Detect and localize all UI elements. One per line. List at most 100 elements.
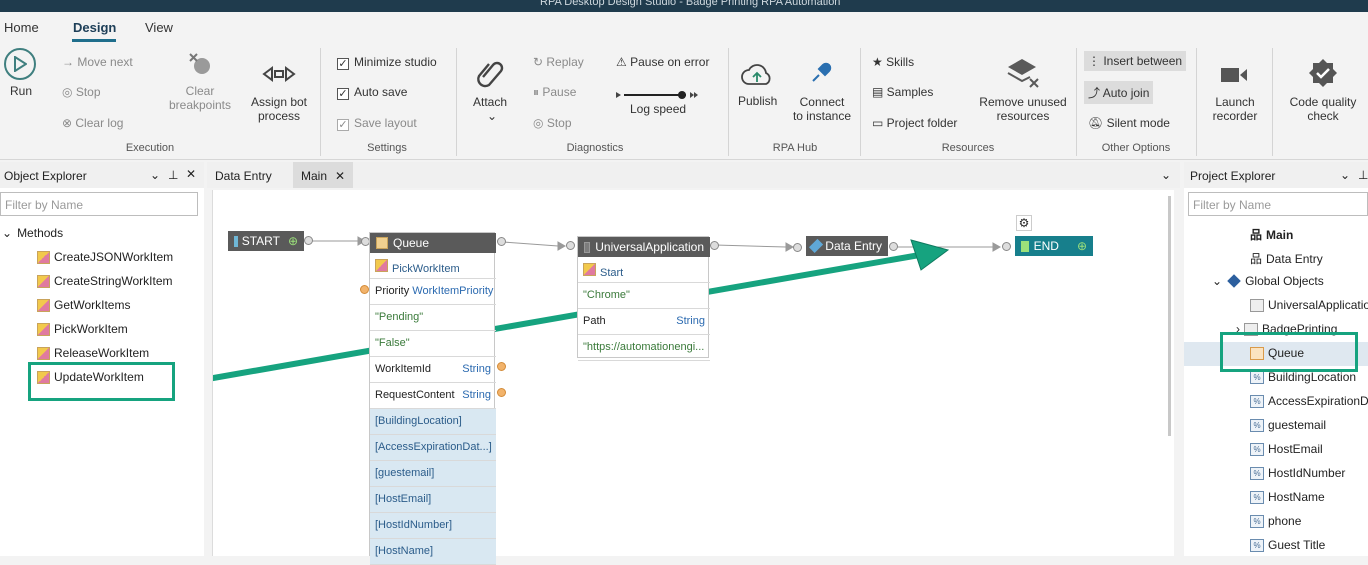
code-quality-check-button[interactable]: Code quality check (1283, 95, 1363, 123)
field-cell[interactable]: [HostEmail] (370, 487, 496, 513)
end-node[interactable]: END ⊕ (1015, 236, 1093, 256)
silent-mode-toggle[interactable]: 🔕︎ Silent mode (1088, 116, 1170, 130)
false-cell[interactable]: "False" (370, 331, 496, 357)
pin-icon[interactable]: ⊥ (168, 168, 178, 182)
universal-method-cell[interactable]: Start (578, 257, 710, 283)
method-item[interactable]: PickWorkItem (37, 322, 128, 336)
method-item[interactable]: ReleaseWorkItem (37, 346, 149, 360)
attach-button[interactable]: Attach (473, 95, 507, 109)
launch-recorder-button[interactable]: Launch recorder (1204, 95, 1266, 123)
publish-button[interactable]: Publish (738, 94, 777, 108)
replay-button[interactable]: ↻ Replay (533, 55, 584, 69)
add-icon[interactable]: ⊕ (288, 234, 298, 248)
project-filter-input[interactable]: Filter by Name (1188, 192, 1368, 216)
method-item[interactable]: GetWorkItems (37, 298, 130, 312)
project-item[interactable]: UniversalApplication (1250, 298, 1368, 312)
clear-breakpoints-button[interactable]: Clear breakpoints (163, 84, 237, 112)
tab-main[interactable]: Main ✕ (293, 162, 354, 188)
tab-view[interactable]: View (145, 20, 173, 35)
output-parameter-port[interactable] (497, 388, 506, 397)
move-next-button[interactable]: → Move next (62, 55, 133, 69)
priority-cell[interactable]: Priority WorkItemPriority (370, 279, 496, 305)
skills-button[interactable]: ★ Skills (872, 55, 914, 69)
connect-plug-icon[interactable] (808, 58, 836, 86)
clear-log-button[interactable]: ⊗ Clear log (62, 116, 123, 130)
field-cell[interactable]: [HostName] (370, 539, 496, 565)
tab-design[interactable]: Design (73, 20, 116, 35)
log-speed-slider[interactable] (616, 88, 700, 99)
tab-home[interactable]: Home (4, 20, 39, 35)
project-item[interactable]: % Guest Title (1250, 538, 1325, 552)
workflow-canvas[interactable]: START ⊕ Queue PickWorkItem Priority Work… (212, 190, 1174, 565)
status-cell[interactable]: "Pending" (370, 305, 496, 331)
path-cell[interactable]: Path String (578, 309, 710, 335)
pin-icon[interactable]: ⊥ (1358, 168, 1368, 182)
project-item-data-entry[interactable]: 品 Data Entry (1250, 250, 1323, 267)
project-item[interactable]: % HostName (1250, 490, 1325, 504)
run-icon[interactable] (4, 48, 36, 80)
project-item-global-objects[interactable]: ⌄ Global Objects (1212, 274, 1324, 288)
samples-button[interactable]: ▤ Samples (872, 85, 933, 99)
output-port[interactable] (304, 236, 313, 245)
output-port[interactable] (710, 241, 719, 250)
auto-join-toggle[interactable]: ⤴ Auto join (1084, 81, 1154, 104)
chevron-down-icon[interactable]: ⌄ (1340, 168, 1350, 182)
close-icon[interactable]: ✕ (335, 169, 345, 183)
output-port[interactable] (889, 242, 898, 251)
connect-to-instance-button[interactable]: Connect to instance (789, 95, 855, 123)
chevron-down-icon[interactable]: ⌄ (1161, 168, 1171, 182)
input-port[interactable] (566, 241, 575, 250)
stop-button[interactable]: ◎ Stop (62, 85, 101, 99)
chevron-down-icon[interactable]: ⌄ (487, 109, 497, 123)
field-cell[interactable]: [BuildingLocation] (370, 409, 496, 435)
auto-save-checkbox[interactable]: ✓ Auto save (337, 85, 407, 100)
gear-icon[interactable]: ⚙ (1016, 215, 1032, 231)
code-quality-badge-icon[interactable] (1308, 58, 1338, 88)
input-port[interactable] (793, 243, 802, 252)
method-item[interactable]: CreateJSONWorkItem (37, 250, 173, 264)
project-item[interactable]: % BuildingLocation (1250, 370, 1356, 384)
project-item[interactable]: % HostIdNumber (1250, 466, 1345, 480)
remove-resources-icon[interactable] (1006, 56, 1040, 90)
field-cell[interactable]: [guestemail] (370, 461, 496, 487)
clear-breakpoints-icon[interactable] (186, 50, 214, 78)
vertical-scrollbar[interactable] (1168, 196, 1171, 436)
parameter-port[interactable] (360, 285, 369, 294)
project-item[interactable]: % guestemail (1250, 418, 1326, 432)
video-camera-icon[interactable] (1220, 64, 1248, 86)
field-cell[interactable]: [HostIdNumber] (370, 513, 496, 539)
project-item[interactable]: % phone (1250, 514, 1301, 528)
add-icon[interactable]: ⊕ (1077, 239, 1087, 253)
assign-bot-icon[interactable] (262, 64, 296, 84)
start-node[interactable]: START ⊕ (228, 231, 304, 251)
project-item-main[interactable]: 品 Main (1250, 226, 1293, 243)
requestcontent-cell[interactable]: RequestContent String (370, 383, 496, 409)
remove-unused-resources-button[interactable]: Remove unused resources (977, 95, 1069, 123)
queue-method-cell[interactable]: PickWorkItem (370, 253, 496, 279)
tab-data-entry[interactable]: Data Entry (207, 162, 280, 188)
url-cell[interactable]: "https://automationengi... (578, 335, 710, 361)
data-entry-node[interactable]: Data Entry (806, 236, 888, 256)
browser-cell[interactable]: "Chrome" (578, 283, 710, 309)
run-button[interactable]: Run (10, 84, 32, 98)
object-filter-input[interactable]: Filter by Name (0, 192, 198, 216)
project-folder-button[interactable]: ▭ Project folder (872, 116, 957, 130)
project-item[interactable]: % AccessExpirationDa (1250, 394, 1368, 408)
stop-diagnostics-button[interactable]: ◎ Stop (533, 116, 572, 130)
method-item[interactable]: CreateStringWorkItem (37, 274, 172, 288)
cloud-upload-icon[interactable] (741, 60, 773, 90)
field-cell[interactable]: [AccessExpirationDat...] (370, 435, 496, 461)
universal-application-node[interactable]: UniversalApplication Start "Chrome" Path… (577, 236, 710, 361)
project-item[interactable]: % HostEmail (1250, 442, 1323, 456)
output-parameter-port[interactable] (497, 362, 506, 371)
input-port[interactable] (1002, 242, 1011, 251)
pause-on-error-button[interactable]: ⚠ Pause on error (616, 55, 709, 69)
tree-methods[interactable]: ⌄ Methods (2, 226, 63, 240)
workitemid-cell[interactable]: WorkItemId String (370, 357, 496, 383)
output-port[interactable] (497, 237, 506, 246)
queue-node[interactable]: Queue PickWorkItem Priority WorkItemPrio… (369, 232, 496, 565)
close-icon[interactable]: ✕ (186, 167, 196, 181)
insert-between-toggle[interactable]: ⋮ Insert between (1084, 51, 1187, 71)
pause-button[interactable]: ⏸ Pause (533, 85, 576, 100)
chevron-down-icon[interactable]: ⌄ (150, 168, 160, 182)
